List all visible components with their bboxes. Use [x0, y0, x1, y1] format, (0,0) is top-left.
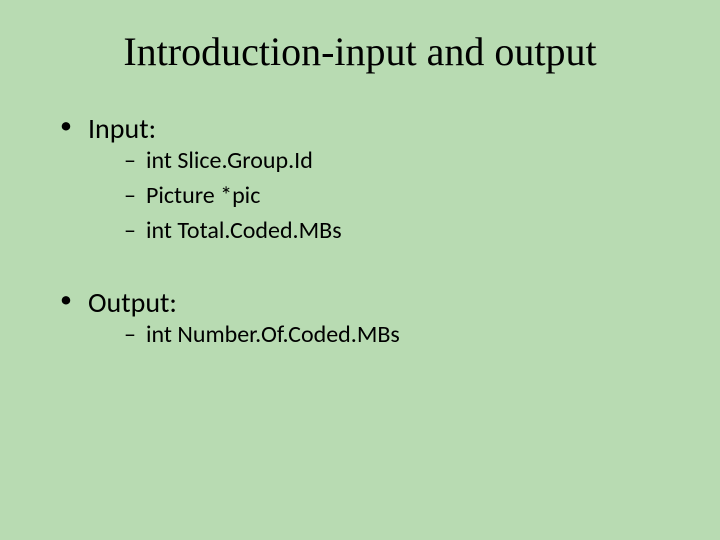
list-item: int Number.Of.Coded.MBs: [124, 320, 680, 349]
slide-title: Introduction-input and output: [40, 28, 680, 75]
list-item: int Slice.Group.Id: [124, 146, 680, 175]
section-heading: Input: int Slice.Group.Id Picture *pic i…: [60, 111, 680, 245]
section-heading-text: Output:: [88, 285, 177, 320]
list-item: int Total.Coded.MBs: [124, 216, 680, 245]
list-item: Picture *pic: [124, 181, 680, 210]
sub-list: int Slice.Group.Id Picture *pic int Tota…: [88, 146, 680, 245]
slide-container: Introduction-input and output Input: int…: [0, 0, 720, 540]
content-list: Input: int Slice.Group.Id Picture *pic i…: [40, 111, 680, 349]
sub-list: int Number.Of.Coded.MBs: [88, 320, 680, 349]
section-heading: Output: int Number.Of.Coded.MBs: [60, 285, 680, 349]
section-heading-text: Input:: [88, 111, 156, 146]
